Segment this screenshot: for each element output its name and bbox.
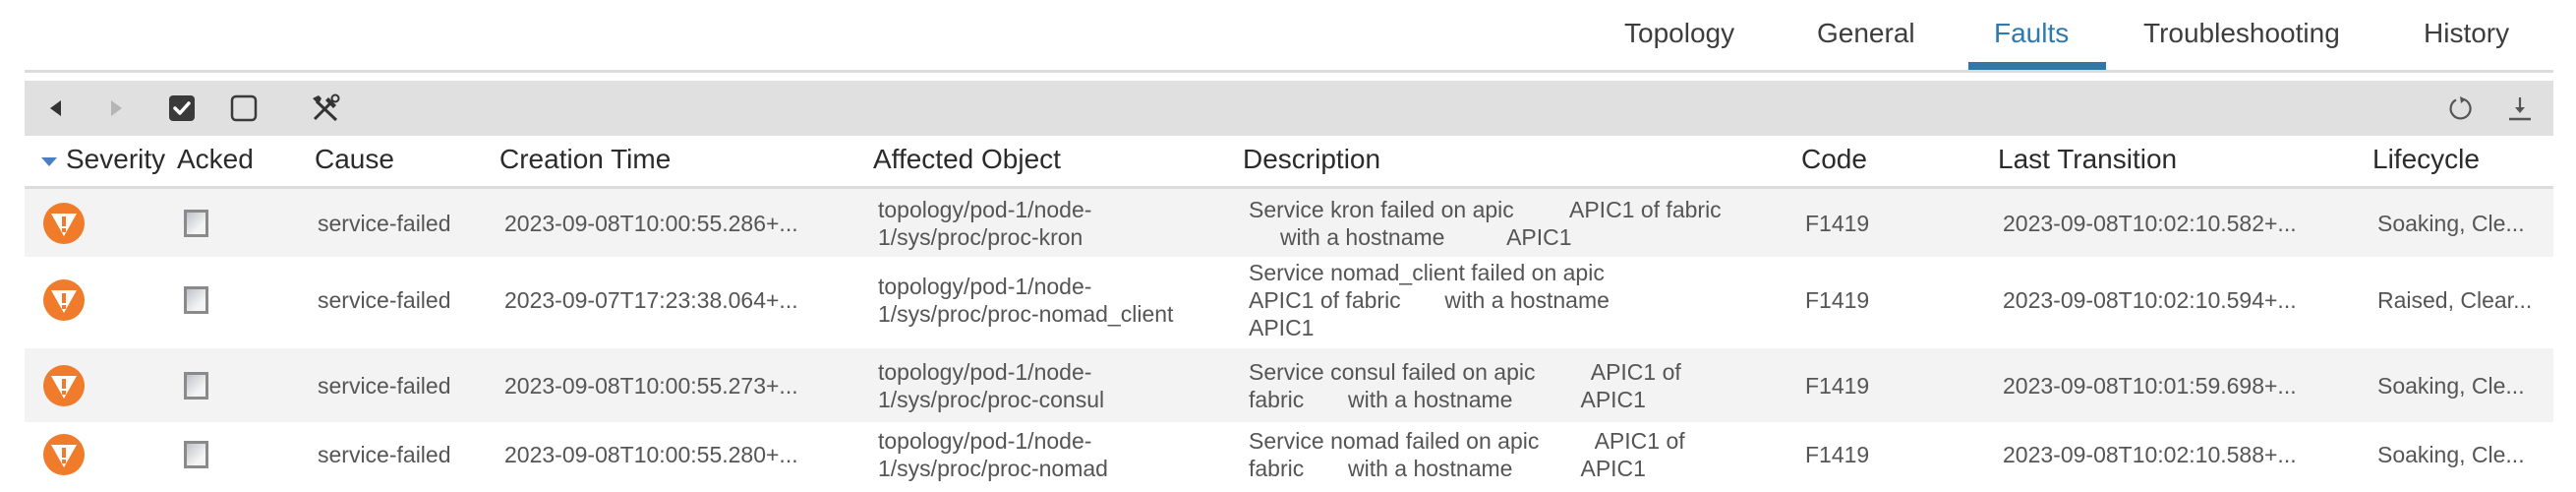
creation-time-cell: 2023-09-07T17:23:38.064+... — [504, 287, 798, 313]
unacknowledge-icon — [230, 94, 258, 122]
table-row[interactable]: service-failed 2023-09-08T10:00:55.273+.… — [25, 348, 2553, 422]
faults-toolbar — [25, 81, 2553, 136]
code-cell: F1419 — [1805, 211, 1870, 236]
previous-page-icon — [50, 100, 61, 116]
cause-cell: service-failed — [318, 211, 451, 236]
severity-major-icon — [43, 365, 85, 406]
tab-troubleshooting[interactable]: Troubleshooting — [2143, 18, 2340, 49]
download-button[interactable] — [2505, 81, 2535, 136]
last-transition-cell: 2023-09-08T10:02:10.588+... — [2003, 442, 2297, 467]
last-transition-cell: 2023-09-08T10:02:10.582+... — [2003, 211, 2297, 236]
lifecycle-cell: Soaking, Cle... — [2377, 442, 2525, 467]
view-tabs: Topology General Faults Troubleshooting … — [25, 0, 2553, 73]
lifecycle-cell: Raised, Clear... — [2377, 287, 2533, 313]
tools-icon — [313, 93, 340, 122]
sort-descending-icon — [41, 157, 57, 166]
tab-topology[interactable]: Topology — [1624, 18, 1734, 49]
cause-cell: service-failed — [318, 373, 451, 399]
tab-history[interactable]: History — [2424, 18, 2509, 49]
column-header-code[interactable]: Code — [1801, 144, 1867, 175]
download-icon — [2509, 97, 2531, 121]
lifecycle-cell: Soaking, Cle... — [2377, 373, 2525, 399]
column-header-severity[interactable]: Severity — [66, 144, 186, 175]
acked-checkbox[interactable] — [184, 210, 208, 237]
description-cell: Service nomad failed on apic APIC1 of fa… — [1249, 428, 1685, 481]
table-body: service-failed 2023-09-08T10:00:55.286+.… — [25, 189, 2553, 487]
tab-general[interactable]: General — [1817, 18, 1915, 49]
next-page-button[interactable] — [104, 81, 128, 136]
active-tab-indicator — [1968, 62, 2106, 70]
refresh-icon — [2449, 96, 2472, 120]
severity-major-icon — [43, 279, 85, 321]
tab-faults[interactable]: Faults — [1994, 18, 2069, 49]
cause-cell: service-failed — [318, 287, 451, 313]
next-page-icon — [111, 100, 122, 116]
affected-object-cell[interactable]: topology/pod-1/node- 1/sys/proc/proc-kro… — [878, 196, 1091, 251]
column-header-last-transition[interactable]: Last Transition — [1998, 144, 2177, 175]
creation-time-cell: 2023-09-08T10:00:55.280+... — [504, 442, 798, 467]
severity-major-icon — [43, 203, 85, 244]
table-header: Severity Acked Cause Creation Time Affec… — [25, 136, 2553, 189]
table-row[interactable]: service-failed 2023-09-07T17:23:38.064+.… — [25, 257, 2553, 342]
description-cell: Service nomad_client failed on apic APIC… — [1249, 260, 1610, 340]
last-transition-cell: 2023-09-08T10:02:10.594+... — [2003, 287, 2297, 313]
unacknowledge-button[interactable] — [229, 81, 259, 136]
column-header-creation-time[interactable]: Creation Time — [499, 144, 671, 175]
refresh-button[interactable] — [2446, 81, 2476, 136]
lifecycle-cell: Soaking, Cle... — [2377, 211, 2525, 236]
code-cell: F1419 — [1805, 442, 1870, 467]
column-header-cause[interactable]: Cause — [315, 144, 394, 175]
acknowledge-button[interactable] — [167, 81, 197, 136]
affected-object-cell[interactable]: topology/pod-1/node- 1/sys/proc/proc-nom… — [878, 427, 1108, 482]
tools-button[interactable] — [310, 81, 341, 136]
column-header-acked[interactable]: Acked — [177, 144, 254, 175]
acked-checkbox[interactable] — [184, 441, 208, 468]
last-transition-cell: 2023-09-08T10:01:59.698+... — [2003, 373, 2297, 399]
description-cell: Service consul failed on apic APIC1 of f… — [1249, 359, 1681, 412]
affected-object-cell[interactable]: topology/pod-1/node- 1/sys/proc/proc-nom… — [878, 273, 1173, 328]
table-row[interactable]: service-failed 2023-09-08T10:00:55.280+.… — [25, 422, 2553, 487]
acked-checkbox[interactable] — [184, 286, 208, 314]
severity-major-icon — [43, 434, 85, 475]
table-row[interactable]: service-failed 2023-09-08T10:00:55.286+.… — [25, 189, 2553, 257]
creation-time-cell: 2023-09-08T10:00:55.273+... — [504, 373, 798, 399]
code-cell: F1419 — [1805, 287, 1870, 313]
acknowledge-icon — [169, 95, 195, 121]
code-cell: F1419 — [1805, 373, 1870, 399]
affected-object-cell[interactable]: topology/pod-1/node- 1/sys/proc/proc-con… — [878, 358, 1104, 413]
column-header-lifecycle[interactable]: Lifecycle — [2372, 144, 2480, 175]
column-header-affected-object[interactable]: Affected Object — [873, 144, 1061, 175]
acked-checkbox[interactable] — [184, 372, 208, 400]
creation-time-cell: 2023-09-08T10:00:55.286+... — [504, 211, 798, 236]
description-cell: Service kron failed on apic APIC1 of fab… — [1249, 197, 1722, 250]
faults-table: Severity Acked Cause Creation Time Affec… — [25, 136, 2553, 487]
cause-cell: service-failed — [318, 442, 451, 467]
column-header-description[interactable]: Description — [1243, 144, 1380, 175]
previous-page-button[interactable] — [44, 81, 68, 136]
